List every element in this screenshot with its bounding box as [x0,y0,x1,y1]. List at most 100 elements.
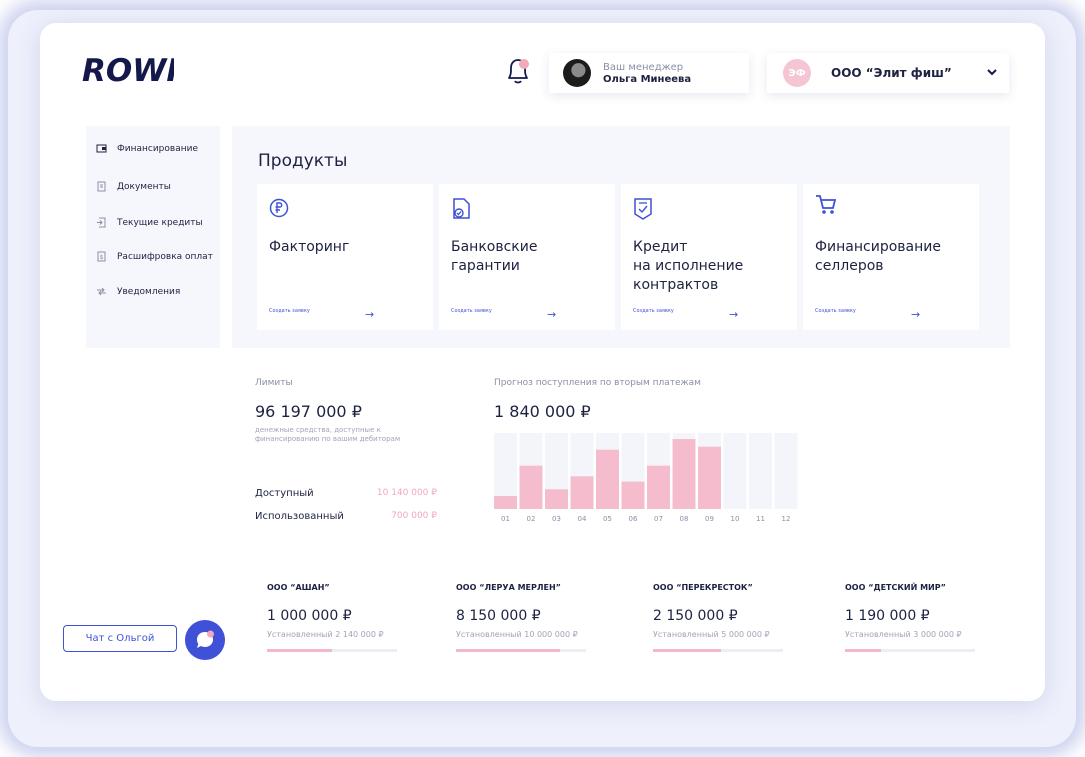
rowi-logo[interactable]: ROWI [82,51,178,91]
sidebar-item-label: Финансирование [117,143,198,154]
chart-bar[interactable] [596,449,619,509]
chart-tick-label: 09 [705,515,714,523]
chart-bar[interactable] [545,489,568,509]
manager-name: Ольга Минеева [603,73,692,85]
sidebar-item-notifications[interactable]: Уведомления [96,286,180,297]
product-card-contract-credit[interactable]: Кредит на исполнение контрактов Создать … [621,184,797,330]
client-card[interactable]: ООО “ДЕТСКИЙ МИР” 1 190 000 ₽ Установлен… [845,583,985,652]
chart-bar[interactable] [494,496,517,509]
credit-icon [97,217,106,228]
chart-bar[interactable] [698,446,721,509]
chart-bar-track [749,433,772,509]
sidebar-item-label: Документы [117,181,171,192]
client-name: ООО “ПЕРЕКРЕСТОК” [653,583,753,592]
chart-tick-label: 08 [680,515,689,523]
chat-button-label: Чат с Ольгой [85,633,155,644]
chat-open-button[interactable] [185,620,225,660]
forecast-label: Прогноз поступления по вторым платежам [494,378,701,388]
document-icon [97,181,106,192]
chart-bar-track [723,433,747,509]
chart-tick-label: 11 [756,515,765,523]
logo-text: ROWI [82,53,174,87]
product-title: Финансирование селлеров [815,239,941,274]
client-set-limit: Установленный 10 000 000 ₽ [456,630,578,639]
manager-card[interactable]: Ваш менеджер Ольга Минеева [549,53,749,93]
client-value: 2 150 000 ₽ [653,608,738,624]
limits-value: 96 197 000 ₽ [255,402,362,421]
chart-tick-label: 04 [578,515,587,523]
app-window: ROWI Ваш менеджер Ольга Минеева ЭФ ООО “… [40,23,1045,701]
arrow-right-icon[interactable]: → [547,308,556,321]
client-progress-bar [456,649,586,652]
chart-bar[interactable] [647,465,670,509]
chevron-down-icon[interactable] [985,65,999,79]
chart-bar[interactable] [570,476,594,509]
chart-tick-label: 06 [629,515,638,523]
arrow-right-icon[interactable]: → [911,308,920,321]
chat-button[interactable]: Чат с Ольгой [63,625,177,652]
chart-tick-label: 12 [782,515,791,523]
limit-available-row: Доступный 10 140 000 ₽ [255,488,437,499]
client-value: 8 150 000 ₽ [456,608,541,624]
chart-tick-label: 05 [603,515,612,523]
limits-label: Лимиты [255,378,293,388]
client-card[interactable]: ООО “АШАН” 1 000 000 ₽ Установленный 2 1… [267,583,407,652]
company-selector[interactable]: ЭФ ООО “Элит фиш” [767,53,1009,93]
product-card-factoring[interactable]: Факторинг Создать заявку → [257,184,433,330]
client-set-limit: Установленный 5 000 000 ₽ [653,630,770,639]
sidebar-item-payments[interactable]: $ Расшифровка оплат [96,251,213,262]
arrow-right-icon[interactable]: → [365,308,374,321]
create-request-link[interactable]: Создать заявку [451,308,492,314]
client-name: ООО “АШАН” [267,583,330,592]
client-progress-bar [267,649,397,652]
client-progress-fill [653,649,721,652]
create-request-link[interactable]: Создать заявку [269,308,310,314]
product-title: Банковские гарантии [451,239,538,274]
client-progress-bar [845,649,975,652]
client-value: 1 190 000 ₽ [845,608,930,624]
client-card[interactable]: ООО “ЛЕРУА МЕРЛЕН” 8 150 000 ₽ Установле… [456,583,596,652]
sidebar-item-label: Уведомления [117,286,181,297]
client-set-limit: Установленный 3 000 000 ₽ [845,630,962,639]
sidebar-item-credits[interactable]: Текущие кредиты [96,217,203,228]
limit-used-value: 700 000 ₽ [391,511,437,521]
client-progress-fill [456,649,560,652]
create-request-link[interactable]: Создать заявку [633,308,674,314]
forecast-bar-chart: 01 02 03 04 05 06 07 08 09 10 11 12 [494,433,798,523]
limit-used-label: Использованный [255,511,344,522]
cart-icon [816,195,837,214]
chart-tick-label: 03 [552,515,561,523]
ruble-icon [269,198,289,218]
chart-bar[interactable] [621,481,645,509]
sidebar: Финансирование Документы Текущие кредиты… [86,126,220,348]
forecast-value: 1 840 000 ₽ [494,402,591,421]
company-badge: ЭФ [783,59,811,87]
chart-tick-label: 02 [527,515,536,523]
limit-available-value: 10 140 000 ₽ [376,488,437,498]
client-progress-fill [845,649,882,652]
chart-tick-label: 07 [654,515,663,523]
sidebar-item-documents[interactable]: Документы [96,181,171,192]
chart-tick-label: 01 [501,515,510,523]
contract-icon [634,198,652,220]
chart-bar-track [774,433,798,509]
client-value: 1 000 000 ₽ [267,608,352,624]
product-card-seller-financing[interactable]: Финансирование селлеров Создать заявку → [803,184,979,330]
product-card-guarantees[interactable]: Банковские гарантии Создать заявку → [439,184,615,330]
chart-tick-label: 10 [731,515,740,523]
svg-text:$: $ [100,254,104,261]
notification-bell-icon[interactable] [500,53,536,89]
client-name: ООО “ДЕТСКИЙ МИР” [845,583,946,592]
create-request-link[interactable]: Создать заявку [815,308,856,314]
limit-available-label: Доступный [255,488,314,499]
client-name: ООО “ЛЕРУА МЕРЛЕН” [456,583,561,592]
client-card[interactable]: ООО “ПЕРЕКРЕСТОК” 2 150 000 ₽ Установлен… [653,583,793,652]
limit-used-row: Использованный 700 000 ₽ [255,511,437,522]
chart-bar[interactable] [519,465,543,509]
arrow-right-icon[interactable]: → [729,308,738,321]
receipt-icon: $ [97,251,106,262]
sidebar-item-label: Расшифровка оплат [117,251,213,262]
chart-bar[interactable] [672,439,696,509]
sidebar-item-financing[interactable]: Финансирование [96,143,198,154]
wallet-icon [96,144,107,153]
